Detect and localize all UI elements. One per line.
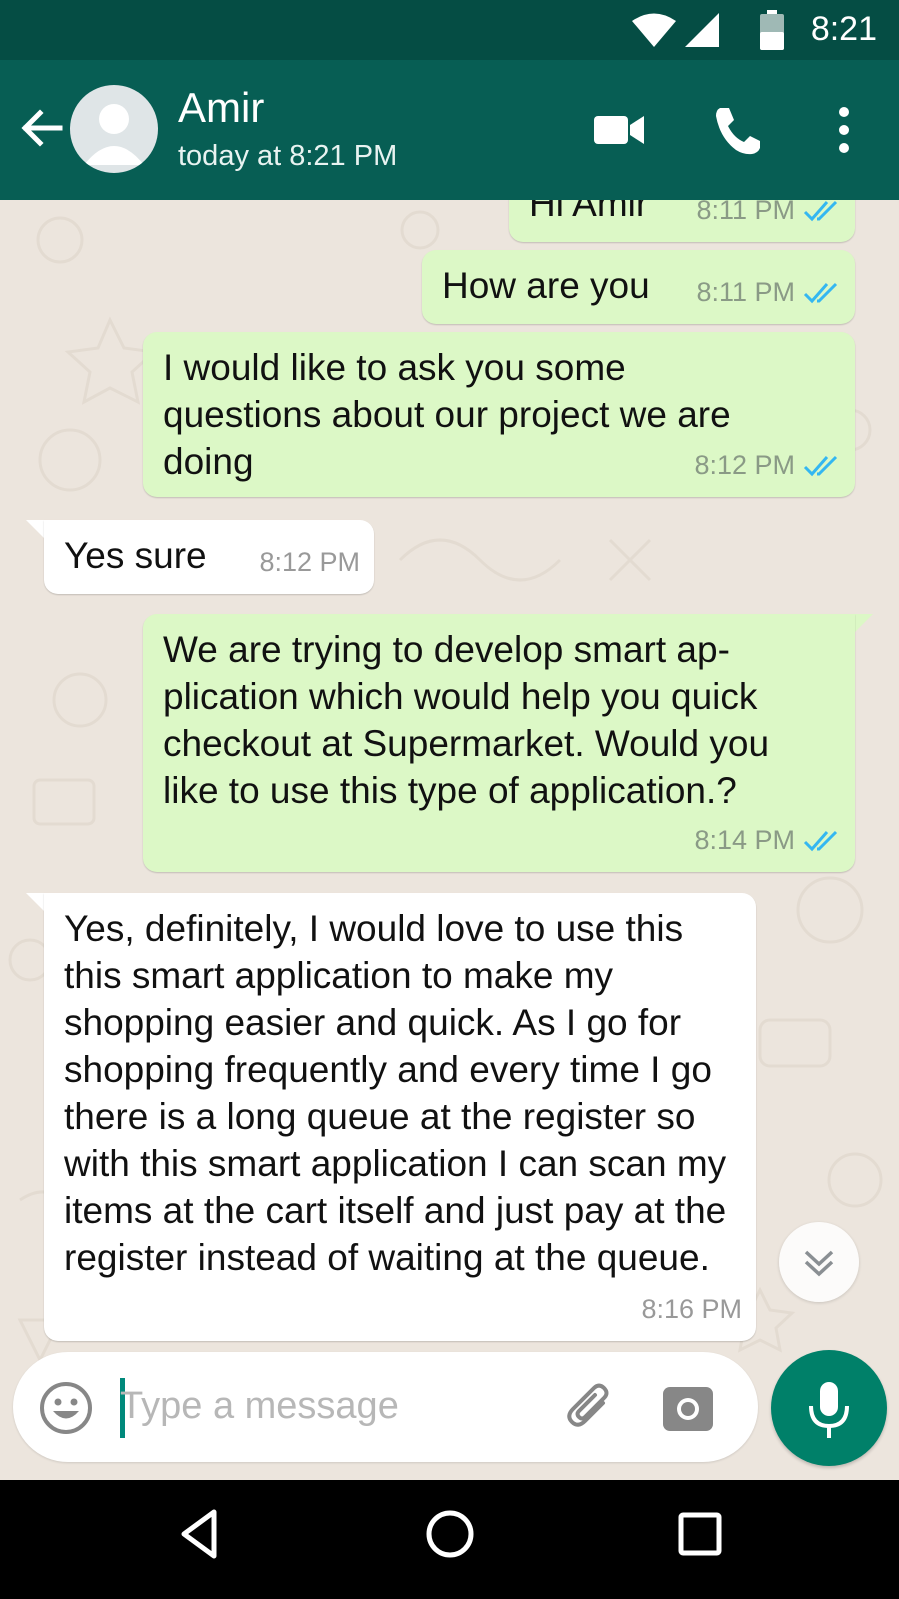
scroll-to-bottom-button[interactable]: [779, 1222, 859, 1302]
chat-area[interactable]: Hi Amir 8:11 PM How are you 8:11 PM I wo…: [0, 200, 899, 1480]
battery-icon: [760, 10, 784, 50]
recents-nav-icon[interactable]: [670, 1504, 730, 1564]
bubble-tail: [26, 893, 46, 913]
home-nav-icon[interactable]: [420, 1504, 480, 1564]
back-arrow-icon[interactable]: [14, 100, 70, 156]
emoji-icon[interactable]: [38, 1380, 94, 1436]
camera-icon[interactable]: [661, 1381, 715, 1435]
video-call-icon[interactable]: [586, 98, 650, 162]
message-bubble-outgoing[interactable]: I would like to ask you some questions a…: [143, 332, 855, 497]
status-time: 8:21: [810, 10, 877, 48]
avatar[interactable]: [70, 85, 158, 173]
chat-header: Amir today at 8:21 PM: [0, 60, 899, 200]
back-nav-icon[interactable]: [170, 1504, 230, 1564]
message-bubble-outgoing[interactable]: How are you 8:11 PM: [422, 250, 855, 324]
message-time: 8:12 PM: [694, 450, 795, 480]
read-receipt-icon: [803, 282, 838, 303]
message-input[interactable]: Type a message: [120, 1385, 399, 1428]
last-seen: today at 8:21 PM: [178, 140, 398, 172]
chevron-double-down-icon: [804, 1250, 834, 1277]
message-text: We are trying to develop smart ap-plicat…: [163, 629, 770, 811]
contact-name[interactable]: Amir: [178, 84, 264, 132]
wifi-icon: [632, 13, 676, 47]
message-text: Yes, definitely, I would love to use thi…: [64, 908, 727, 1278]
message-meta: 8:14 PM: [694, 817, 841, 864]
read-receipt-icon: [803, 200, 838, 221]
message-composer: Type a message: [13, 1352, 758, 1462]
mic-icon: [809, 1382, 849, 1438]
bubble-tail: [26, 520, 46, 540]
mic-button[interactable]: [771, 1350, 887, 1466]
more-vert-icon[interactable]: [812, 98, 876, 162]
phone-icon[interactable]: [706, 98, 770, 162]
system-nav-bar: [0, 1480, 899, 1599]
default-avatar-icon: [84, 104, 144, 165]
message-bubble-outgoing[interactable]: Hi Amir 8:11 PM: [509, 200, 855, 242]
message-text: Yes sure: [64, 535, 207, 576]
message-text: Hi Amir: [529, 200, 649, 224]
message-meta: 8:11 PM: [696, 200, 841, 234]
signal-icon: [685, 13, 719, 47]
message-meta: 8:12 PM: [694, 442, 841, 489]
message-meta: 8:12 PM: [259, 539, 360, 586]
message-time: 8:11 PM: [696, 277, 795, 307]
message-text: How are you: [442, 265, 650, 306]
attach-icon[interactable]: [561, 1379, 621, 1439]
message-meta: 8:16 PM: [641, 1286, 742, 1333]
message-meta: 8:11 PM: [696, 269, 841, 316]
message-bubble-outgoing[interactable]: We are trying to develop smart ap-plicat…: [143, 614, 855, 872]
message-time: 8:14 PM: [694, 825, 795, 855]
message-bubble-incoming[interactable]: Yes sure 8:12 PM: [44, 520, 374, 594]
read-receipt-icon: [803, 455, 838, 476]
status-bar: 8:21: [0, 0, 899, 60]
message-time: 8:11 PM: [696, 200, 795, 225]
message-time: 8:12 PM: [259, 547, 360, 577]
bubble-tail: [853, 614, 873, 634]
message-time: 8:16 PM: [641, 1294, 742, 1324]
read-receipt-icon: [803, 830, 838, 851]
message-bubble-incoming[interactable]: Yes, definitely, I would love to use thi…: [44, 893, 756, 1341]
